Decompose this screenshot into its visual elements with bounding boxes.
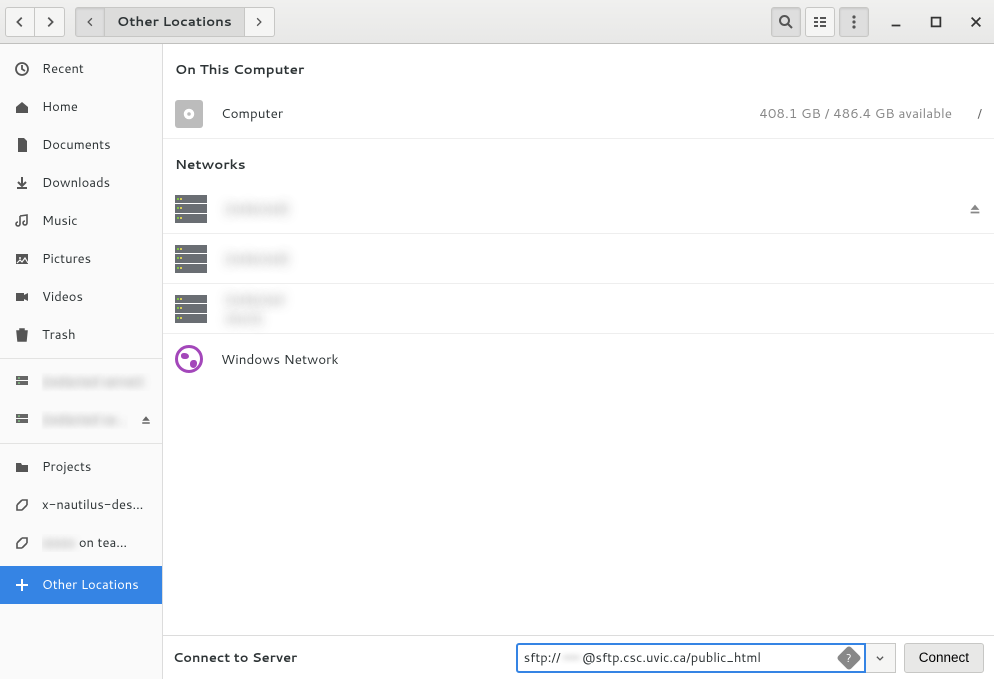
sidebar-label: Videos bbox=[42, 288, 152, 306]
eject-icon[interactable] bbox=[140, 414, 152, 426]
sidebar-label: Recent bbox=[42, 60, 152, 78]
path-current[interactable]: Other Locations bbox=[105, 7, 245, 37]
row-label: (redacted) bbox=[225, 249, 982, 268]
mount-point: / bbox=[952, 105, 982, 123]
server-icon bbox=[14, 412, 30, 428]
sidebar-item-home[interactable]: Home bbox=[0, 88, 162, 126]
row-computer[interactable]: Computer 408.1 GB / 486.4 GB available / bbox=[163, 89, 994, 139]
video-icon bbox=[14, 289, 30, 305]
sidebar-bookmark-projects[interactable]: Projects bbox=[0, 448, 162, 486]
folder-icon bbox=[14, 459, 30, 475]
clock-icon bbox=[14, 61, 30, 77]
sidebar-label: Trash bbox=[42, 326, 152, 344]
sidebar-bookmark-nautilus[interactable]: x-nautilus-des… bbox=[0, 486, 162, 524]
sidebar-label: Projects bbox=[42, 458, 152, 476]
sidebar-label: x-nautilus-des… bbox=[42, 496, 152, 514]
nav-history-group bbox=[5, 7, 65, 37]
row-label: (redacted) bbox=[225, 199, 968, 218]
music-icon bbox=[14, 213, 30, 229]
server-icon bbox=[14, 374, 30, 390]
sidebar-item-videos[interactable]: Videos bbox=[0, 278, 162, 316]
sidebar-label: (redacted server) bbox=[42, 373, 152, 391]
header-bar: Other Locations bbox=[0, 0, 994, 44]
row-network-3[interactable]: (redacted short) bbox=[163, 284, 994, 334]
path-next-button[interactable] bbox=[245, 7, 275, 37]
sidebar-item-music[interactable]: Music bbox=[0, 202, 162, 240]
sidebar-label: Other Locations bbox=[42, 576, 152, 594]
link-icon bbox=[14, 497, 30, 513]
path-bar: Other Locations bbox=[75, 7, 275, 37]
section-header-networks: Networks bbox=[163, 139, 994, 184]
row-windows-network[interactable]: Windows Network bbox=[163, 334, 994, 384]
download-icon bbox=[14, 175, 30, 191]
server-icon bbox=[175, 245, 207, 273]
view-toggle-button[interactable] bbox=[805, 7, 835, 37]
row-label: Windows Network bbox=[221, 350, 982, 369]
sidebar-bookmark-ontea[interactable]: xxxxx on tea… bbox=[0, 524, 162, 562]
hamburger-menu-button[interactable] bbox=[839, 7, 869, 37]
sidebar-label: Pictures bbox=[42, 250, 152, 268]
sidebar-label: Downloads bbox=[42, 174, 152, 192]
home-icon bbox=[14, 99, 30, 115]
sidebar-mount-2[interactable]: (redacted server) bbox=[0, 401, 162, 439]
connect-button[interactable]: Connect bbox=[904, 643, 984, 673]
row-network-1[interactable]: (redacted) bbox=[163, 184, 994, 234]
link-icon bbox=[14, 535, 30, 551]
recent-servers-dropdown[interactable] bbox=[866, 643, 896, 673]
sidebar-divider bbox=[0, 358, 162, 359]
main-content: On This Computer Computer 408.1 GB / 486… bbox=[163, 44, 994, 679]
sidebar-label: (redacted server) bbox=[42, 411, 128, 429]
sidebar-mount-1[interactable]: (redacted server) bbox=[0, 363, 162, 401]
back-button[interactable] bbox=[5, 7, 35, 37]
storage-info: 408.1 GB / 486.4 GB available bbox=[759, 104, 952, 123]
row-label: Computer bbox=[221, 104, 759, 123]
sidebar-label: xxxxx on tea… bbox=[42, 534, 152, 552]
sidebar-label: Documents bbox=[42, 136, 152, 154]
connect-label: Connect to Server bbox=[173, 649, 516, 667]
server-icon bbox=[175, 195, 207, 223]
server-address-input[interactable]: sftp://——@sftp.csc.uvic.ca/public_html ? bbox=[516, 643, 866, 673]
search-button[interactable] bbox=[771, 7, 801, 37]
sidebar-divider bbox=[0, 443, 162, 444]
sidebar-label: Home bbox=[42, 98, 152, 116]
row-network-2[interactable]: (redacted) bbox=[163, 234, 994, 284]
window-minimize-button[interactable] bbox=[883, 9, 909, 35]
trash-icon bbox=[14, 327, 30, 343]
server-icon bbox=[175, 295, 207, 323]
sidebar-item-other-locations[interactable]: Other Locations bbox=[0, 566, 162, 604]
section-header-computer: On This Computer bbox=[163, 44, 994, 89]
eject-icon[interactable] bbox=[968, 202, 982, 216]
window-close-button[interactable] bbox=[963, 9, 989, 35]
globe-icon bbox=[175, 345, 203, 373]
disk-icon bbox=[175, 100, 203, 128]
sidebar-item-documents[interactable]: Documents bbox=[0, 126, 162, 164]
sidebar: Recent Home Documents Downloads Music Pi… bbox=[0, 44, 163, 679]
window-maximize-button[interactable] bbox=[923, 9, 949, 35]
sidebar-item-pictures[interactable]: Pictures bbox=[0, 240, 162, 278]
plus-icon bbox=[14, 577, 30, 593]
row-label: (redacted short) bbox=[225, 290, 315, 328]
sidebar-item-recent[interactable]: Recent bbox=[0, 50, 162, 88]
sidebar-item-downloads[interactable]: Downloads bbox=[0, 164, 162, 202]
path-prev-button[interactable] bbox=[75, 7, 105, 37]
help-icon[interactable]: ? bbox=[836, 645, 861, 670]
document-icon bbox=[14, 137, 30, 153]
forward-button[interactable] bbox=[35, 7, 65, 37]
sidebar-label: Music bbox=[42, 212, 152, 230]
picture-icon bbox=[14, 251, 30, 267]
sidebar-item-trash[interactable]: Trash bbox=[0, 316, 162, 354]
connect-footer: Connect to Server sftp://——@sftp.csc.uvi… bbox=[163, 635, 994, 679]
